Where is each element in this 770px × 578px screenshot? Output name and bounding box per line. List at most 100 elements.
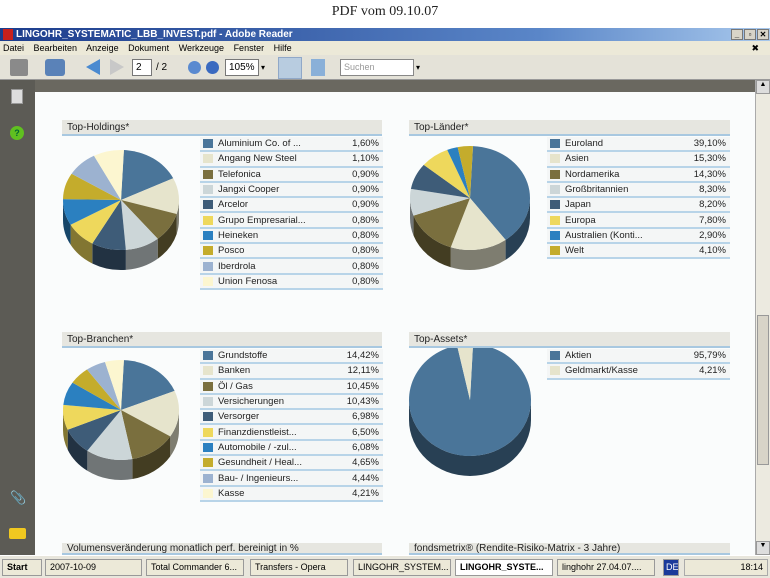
top-assets-header: Top-Assets* — [409, 332, 730, 348]
task-linghohr[interactable]: linghohr 27.04.07.... — [557, 559, 655, 576]
legend-swatch — [550, 215, 560, 225]
legend-swatch — [550, 246, 560, 256]
legend-label: Australien (Konti... — [565, 229, 643, 241]
legend-swatch — [203, 246, 213, 256]
legend-row: Asien 15,30% — [547, 152, 730, 168]
legend-value: 15,30% — [693, 153, 726, 165]
legend-value: 4,21% — [699, 365, 726, 377]
top-holdings-header: Top-Holdings* — [62, 120, 382, 136]
top-l-nder-legend: Euroland 39,10% Asien 15,30% Nordamerika 14,3… — [547, 137, 730, 260]
legend-value: 0,80% — [352, 245, 379, 257]
system-tray: 18:14 — [684, 559, 768, 576]
legend-value: 4,21% — [352, 487, 379, 499]
legend-swatch — [550, 230, 560, 240]
task-lingohr-1[interactable]: LINGOHR_SYSTEM... — [353, 559, 451, 576]
legend-label: Union Fenosa — [218, 275, 278, 287]
legend-value: 1,60% — [352, 138, 379, 150]
legend-label: Euroland — [565, 138, 604, 150]
legend-row: Welt 4,10% — [547, 244, 730, 260]
legend-row: Nordamerika 14,30% — [547, 167, 730, 183]
legend-row: Angang New Steel 1,10% — [200, 152, 383, 168]
legend-row: Aluminium Co. of ... 1,60% — [200, 137, 383, 153]
legend-row: Telefonica 0,90% — [200, 167, 383, 183]
legend-label: Öl / Gas — [218, 380, 253, 392]
task-total-commander[interactable]: Total Commander 6... — [146, 559, 244, 576]
legend-label: Iberdrola — [218, 260, 256, 272]
legend-swatch — [203, 261, 213, 271]
task-lingohr-active[interactable]: LINGOHR_SYSTE... — [455, 559, 553, 576]
legend-row: Euroland 39,10% — [547, 137, 730, 153]
legend-value: 14,42% — [346, 350, 379, 362]
legend-label: Jangxi Cooper — [218, 184, 280, 196]
task-opera[interactable]: Transfers - Opera — [250, 559, 348, 576]
top-branchen-header: Top-Branchen* — [62, 332, 382, 348]
legend-swatch — [550, 351, 560, 361]
legend-label: Japan — [565, 199, 591, 211]
legend-label: Telefonica — [218, 168, 261, 180]
legend-value: 14,30% — [693, 168, 726, 180]
legend-swatch — [550, 366, 560, 376]
language-indicator[interactable]: DE — [663, 559, 679, 576]
legend-swatch — [203, 169, 213, 179]
legend-swatch — [203, 200, 213, 210]
legend-value: 10,45% — [346, 380, 379, 392]
legend-value: 1,10% — [352, 153, 379, 165]
legend-swatch — [203, 230, 213, 240]
legend-value: 4,44% — [352, 472, 379, 484]
legend-row: Bau- / Ingenieurs... 4,44% — [200, 471, 383, 487]
start-button[interactable]: Start — [2, 559, 42, 576]
legend-row: Jangxi Cooper 0,90% — [200, 182, 383, 199]
legend-value: 0,90% — [352, 168, 379, 180]
legend-label: Aluminium Co. of ... — [218, 138, 301, 150]
legend-row: Grundstoffe 14,42% — [200, 349, 383, 365]
legend-swatch — [550, 139, 560, 149]
pie-charts-layer — [62, 146, 532, 480]
legend-row: Automobile / -zul... 6,08% — [200, 440, 383, 457]
legend-row: Union Fenosa 0,80% — [200, 274, 383, 290]
task-folder[interactable]: 2007-10-09 — [45, 559, 142, 576]
clock: 18:14 — [740, 562, 763, 572]
legend-label: Versorger — [218, 411, 260, 423]
fondsmetrix-header: fondsmetrix® (Rendite-Risiko-Matrix - 3 … — [409, 543, 730, 555]
legend-value: 4,65% — [352, 457, 379, 469]
legend-row: Arcelor 0,90% — [200, 198, 383, 214]
legend-swatch — [203, 442, 213, 452]
legend-value: 8,30% — [699, 184, 726, 196]
legend-swatch — [203, 473, 213, 483]
legend-row: Versicherungen 10,43% — [200, 394, 383, 411]
legend-swatch — [203, 381, 213, 391]
legend-label: Automobile / -zul... — [218, 441, 297, 453]
legend-label: Aktien — [565, 350, 592, 362]
top-branchen-legend: Grundstoffe 14,42% Banken 12,11% Öl / Gas 10,… — [200, 349, 383, 502]
legend-swatch — [203, 139, 213, 149]
legend-row: Aktien 95,79% — [547, 349, 730, 365]
legend-row: Grupo Empresarial... 0,80% — [200, 213, 383, 229]
legend-label: Bau- / Ingenieurs... — [218, 472, 299, 484]
legend-value: 0,80% — [352, 214, 379, 226]
legend-label: Asien — [565, 153, 589, 165]
legend-value: 2,90% — [699, 229, 726, 241]
legend-label: Großbritannien — [565, 184, 629, 196]
legend-value: 4,10% — [699, 245, 726, 257]
legend-swatch — [203, 412, 213, 422]
legend-swatch — [203, 458, 213, 468]
legend-row: Öl / Gas 10,45% — [200, 379, 383, 395]
legend-row: Iberdrola 0,80% — [200, 259, 383, 275]
legend-value: 39,10% — [693, 138, 726, 150]
legend-value: 0,80% — [352, 260, 379, 272]
legend-value: 12,11% — [347, 365, 379, 377]
legend-value: 8,20% — [699, 199, 726, 211]
legend-swatch — [203, 351, 213, 361]
legend-label: Banken — [218, 365, 251, 377]
legend-label: Kasse — [218, 487, 245, 499]
legend-label: Arcelor — [218, 199, 249, 211]
legend-swatch — [203, 488, 213, 498]
legend-label: Finanzdienstleist... — [218, 426, 297, 438]
legend-value: 7,80% — [699, 214, 726, 226]
legend-row: Banken 12,11% — [200, 364, 383, 380]
legend-value: 95,79% — [693, 350, 726, 362]
legend-row: Gesundheit / Heal... 4,65% — [200, 456, 383, 472]
legend-swatch — [203, 427, 213, 437]
legend-row: Australien (Konti... 2,90% — [547, 228, 730, 245]
legend-swatch — [203, 366, 213, 376]
